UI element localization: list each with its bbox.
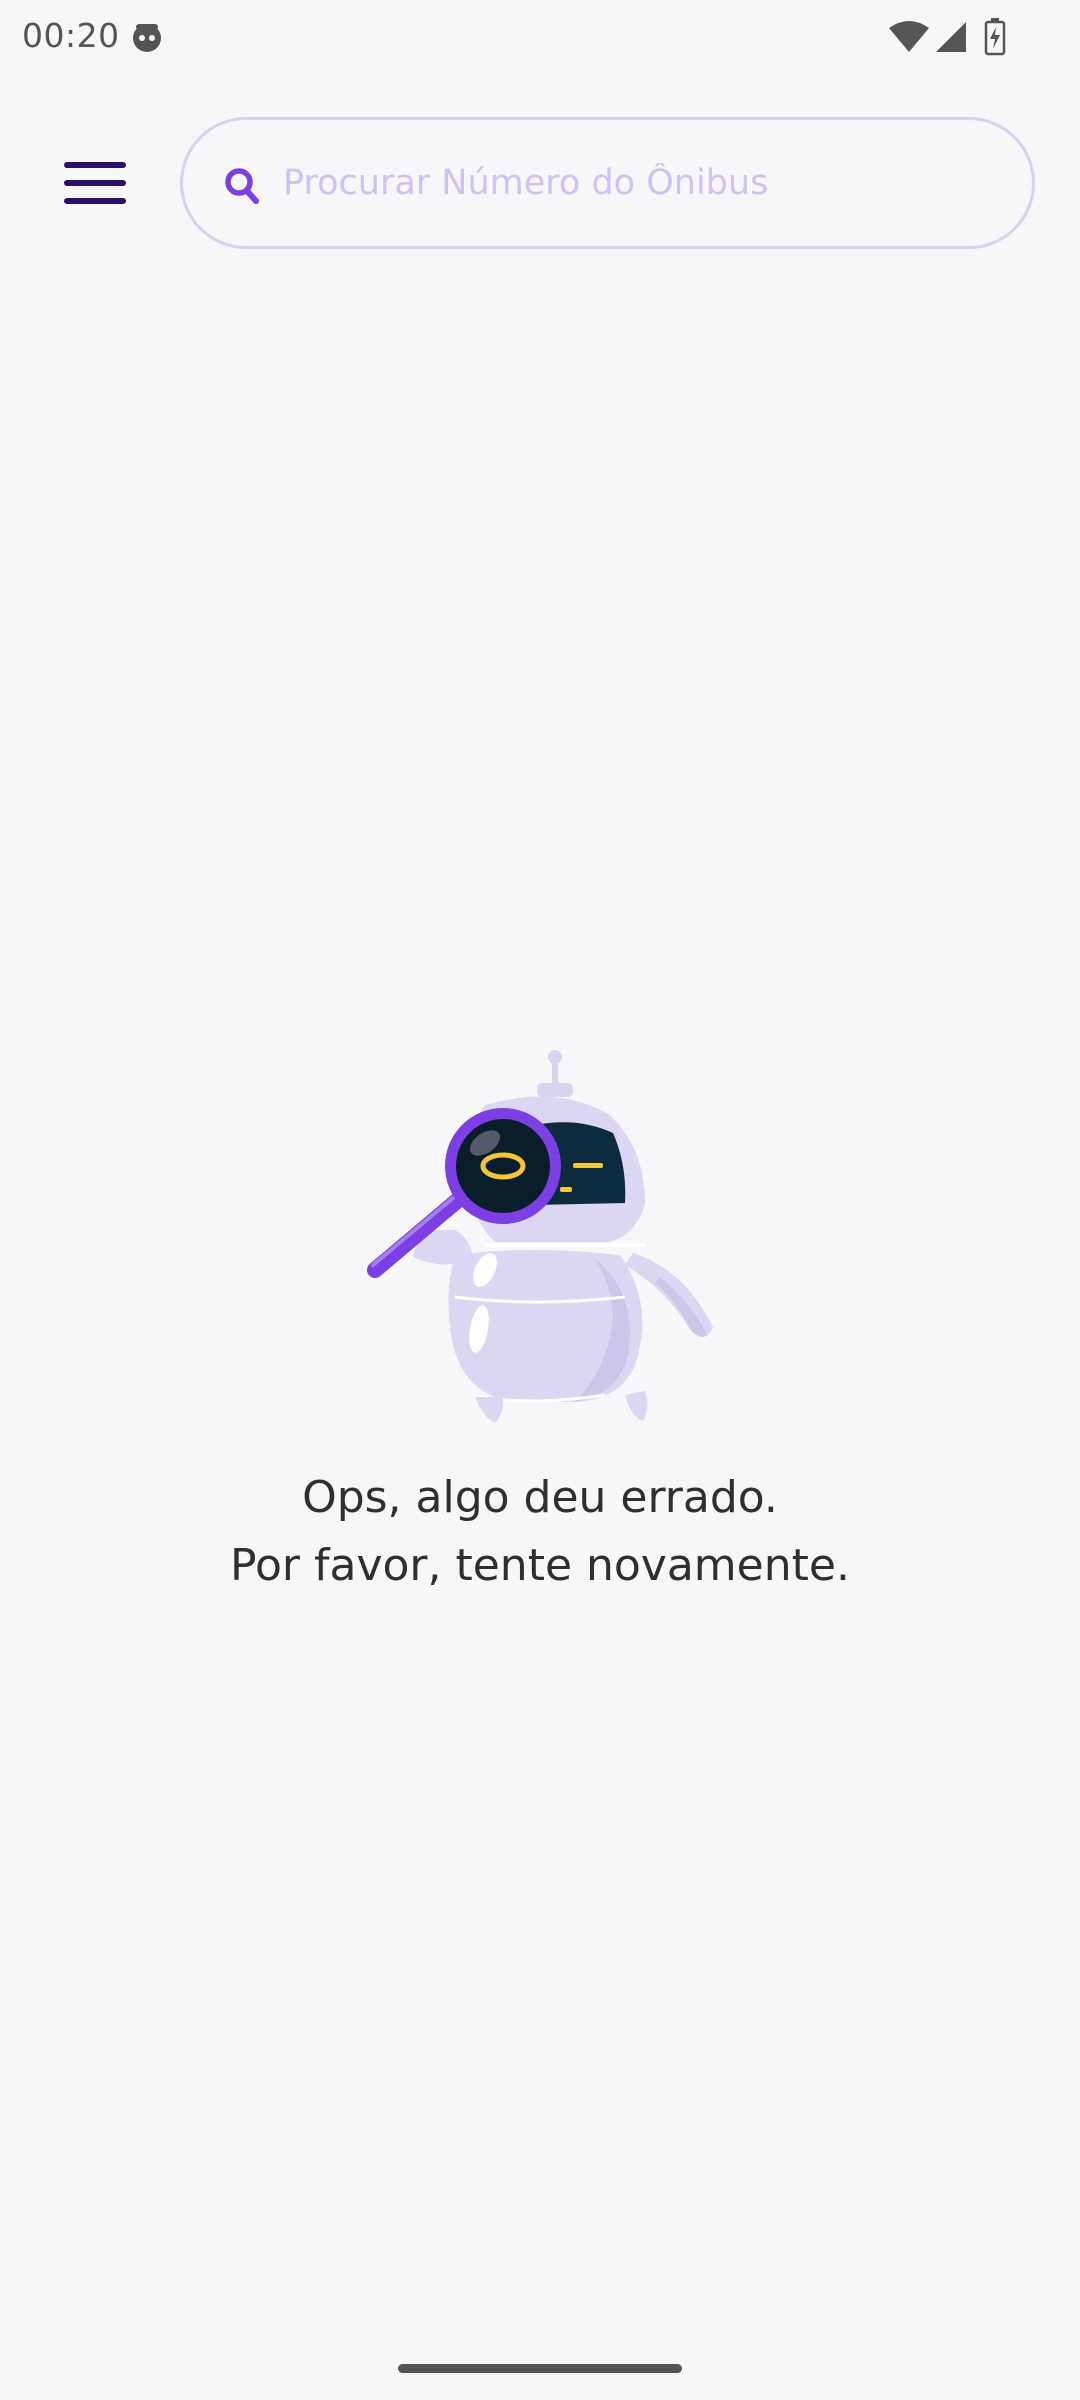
hamburger-menu-icon [64,162,126,204]
robot-magnifying-glass-illustration [367,1050,713,1423]
search-icon [225,168,259,204]
error-message-line2: Por favor, tente novamente. [230,1540,850,1591]
error-message: Ops, algo deu errado. Por favor, tente n… [0,1464,1080,1600]
cell-signal-icon [936,22,966,52]
home-indicator[interactable] [398,2364,682,2373]
wifi-icon [889,21,929,52]
battery-charging-icon [984,18,1006,56]
menu-button[interactable] [54,150,134,218]
search-input[interactable] [283,148,1003,218]
error-message-line1: Ops, algo deu errado. [302,1472,778,1523]
status-bar: 00:20 [0,0,1080,74]
status-time: 00:20 [22,16,120,55]
search-bar[interactable] [180,117,1035,249]
android-face-icon [133,24,161,52]
